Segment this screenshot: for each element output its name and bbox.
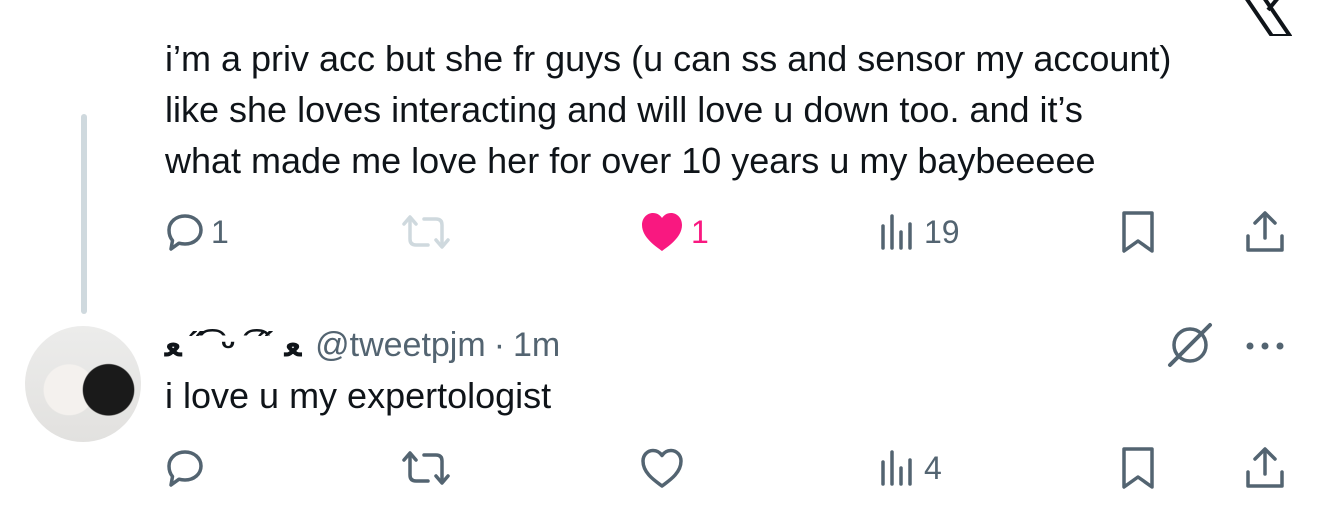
like-button[interactable] [639, 438, 691, 498]
grok-icon[interactable] [1165, 320, 1215, 370]
separator-dot: · [493, 325, 506, 364]
retweet-button[interactable] [398, 202, 460, 262]
bar-chart-icon [881, 450, 912, 486]
thread-connector-line [81, 114, 87, 314]
share-button[interactable] [1243, 438, 1287, 498]
more-dots-icon[interactable] [1240, 328, 1290, 364]
reply-button[interactable]: 1 [165, 202, 229, 262]
like-button[interactable]: 1 [639, 202, 709, 262]
retweet-button[interactable] [398, 438, 460, 498]
x-logo-icon [1245, 0, 1292, 36]
speech-bubble-icon [167, 214, 203, 251]
retweet-icon [402, 215, 450, 249]
reply-header: ﻌ ˝ ͡ ᵕ ͡ ˝ ﻌ @tweetpjm · 1m [165, 320, 560, 370]
bar-chart-icon [881, 214, 912, 250]
user-handle[interactable]: @tweetpjm [315, 326, 486, 365]
heart-icon [642, 213, 682, 251]
tweet-action-bar: 1 1 19 [165, 202, 1295, 262]
share-icon [1246, 447, 1284, 488]
heart-icon [641, 448, 683, 488]
views-button[interactable]: 4 [878, 438, 942, 498]
bookmark-icon [1122, 211, 1154, 253]
display-name[interactable]: ﻌ ˝ ͡ ᵕ ͡ ˝ ﻌ [165, 325, 301, 365]
bookmark-button[interactable] [1118, 202, 1158, 262]
reply-action-bar: 4 [165, 438, 1295, 498]
reply-count: 1 [211, 213, 229, 250]
views-count: 4 [924, 449, 942, 486]
avatar[interactable] [25, 326, 141, 442]
reply-button[interactable] [165, 438, 211, 498]
bookmark-button[interactable] [1118, 438, 1158, 498]
speech-bubble-icon [167, 450, 203, 487]
like-count: 1 [691, 213, 709, 250]
bookmark-icon [1122, 447, 1154, 489]
retweet-icon [402, 451, 450, 485]
share-icon [1246, 211, 1284, 252]
reply-text: i love u my expertologist [165, 375, 552, 416]
share-button[interactable] [1243, 202, 1287, 262]
tweet-text: i’m a priv acc but she fr guys (u can ss… [165, 38, 1172, 181]
timestamp[interactable]: 1m [513, 326, 560, 365]
views-button[interactable]: 19 [878, 202, 960, 262]
views-count: 19 [924, 213, 960, 250]
